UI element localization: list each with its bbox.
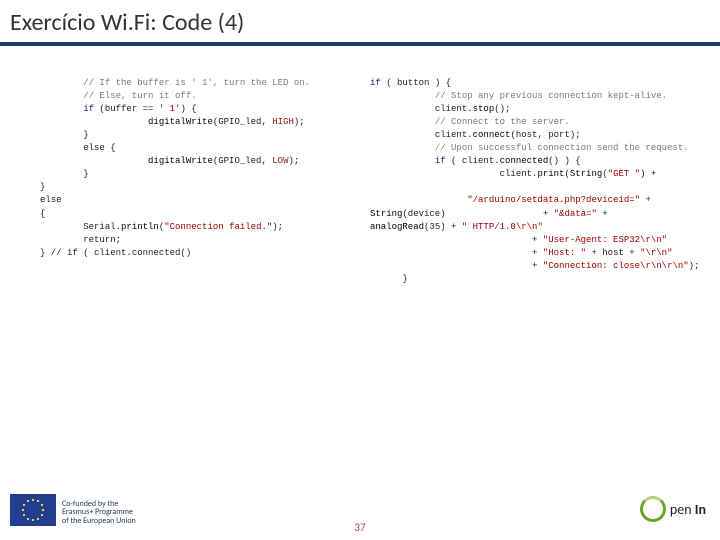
code-line: // If the buffer is ' 1', turn the LED o… [40,78,310,88]
code-line: return; [40,235,121,245]
openin-logo: pen In [640,496,706,522]
eu-stars-icon [23,500,43,520]
code-line: + "Connection: close\r\n\r\n"); [370,261,699,271]
code-line: if ( button ) { [370,78,451,88]
code-line: // Upon successful connection send the r… [370,143,689,153]
code-line: // Connect to the server. [370,117,570,127]
eu-flag-icon [10,494,56,526]
code-line: } [370,274,408,284]
code-block: // If the buffer is ' 1', turn the LED o… [0,46,720,64]
code-line: if ( client.connected() ) { [370,156,581,166]
code-line: "/arduino/setdata.php?deviceid=" + [370,195,651,205]
code-line: } [40,169,89,179]
code-line: client.stop(); [370,104,510,114]
code-line: client.print(String("GET ") + [370,169,656,179]
code-line: digitalWrite(GPIO_led, LOW); [40,156,299,166]
code-line: // Else, turn it off. [40,91,197,101]
code-line: String(device) + "&data=" + [370,209,608,219]
code-line: analogRead(35) + " HTTP/1.0\r\n" [370,222,543,232]
code-line: } [40,130,89,140]
code-line: client.connect(host, port); [370,130,581,140]
code-line: if (buffer == ' 1') { [40,104,197,114]
cofunded-label: Co-funded by the Erasmus+ Programme of t… [62,500,136,526]
page-title: Exercício Wi.Fi: Code (4) [0,0,720,46]
code-column-left: // If the buffer is ' 1', turn the LED o… [40,64,370,273]
page-number: 37 [354,521,365,534]
code-line: + "User-Agent: ESP32\r\n" [370,235,667,245]
code-line: } [40,182,45,192]
code-line: else { [40,143,116,153]
code-line: Serial.println("Connection failed."); [40,222,283,232]
code-line: // Stop any previous connection kept-ali… [370,91,667,101]
code-column-right: if ( button ) { // Stop any previous con… [370,64,710,299]
openin-o-icon [640,496,666,522]
openin-text: pen In [670,501,706,518]
code-line: } // if ( client.connected() [40,248,191,258]
code-line: + "Host: " + host + "\r\n" [370,248,672,258]
code-line: else [40,195,62,205]
slide-footer: Co-funded by the Erasmus+ Programme of t… [0,470,720,540]
code-line: { [40,209,45,219]
code-line: digitalWrite(GPIO_led, HIGH); [40,117,305,127]
